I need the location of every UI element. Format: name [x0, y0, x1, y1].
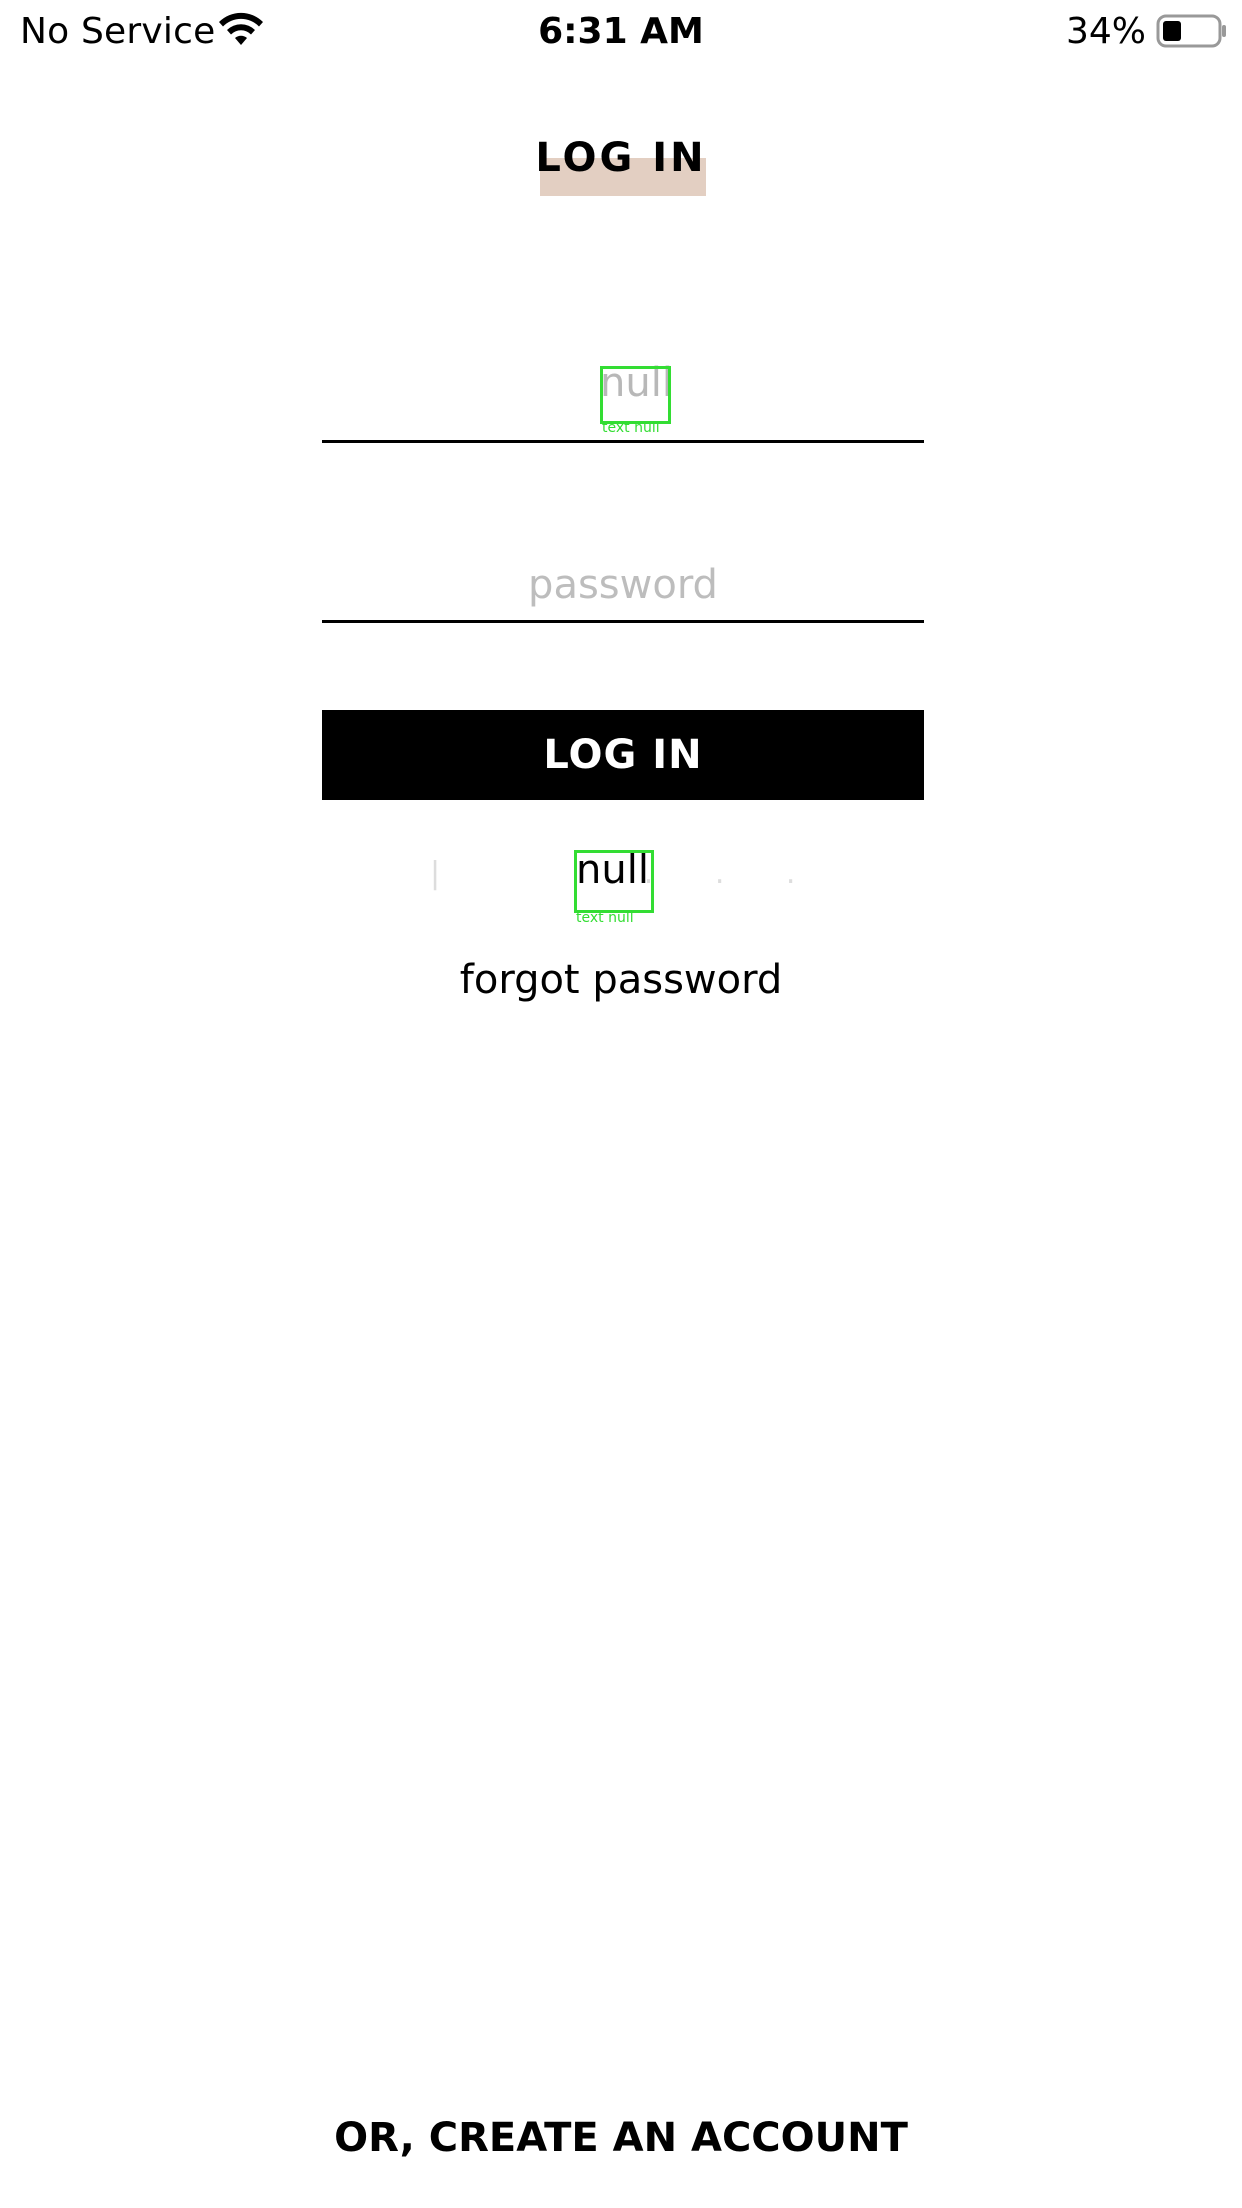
debug-overlay-box: [600, 366, 671, 424]
login-button[interactable]: LOG IN: [322, 710, 924, 800]
battery-icon: [1156, 14, 1226, 48]
create-account-link[interactable]: OR, CREATE AN ACCOUNT: [0, 2110, 1242, 2166]
page-header: LOG IN: [0, 128, 1242, 198]
clock: 6:31 AM: [538, 11, 704, 52]
battery-percentage: 34%: [1065, 11, 1146, 52]
password-field[interactable]: [322, 550, 924, 620]
debug-overlay-label: text null: [576, 910, 634, 926]
forgot-password-link[interactable]: forgot password: [0, 952, 1242, 1008]
password-field-container: [322, 550, 924, 623]
debug-overlay-label: text null: [602, 420, 660, 436]
debug-overlay-box: [574, 850, 654, 913]
status-bar: No Service 6:31 AM 34%: [0, 0, 1242, 62]
page-title: LOG IN: [535, 135, 707, 181]
